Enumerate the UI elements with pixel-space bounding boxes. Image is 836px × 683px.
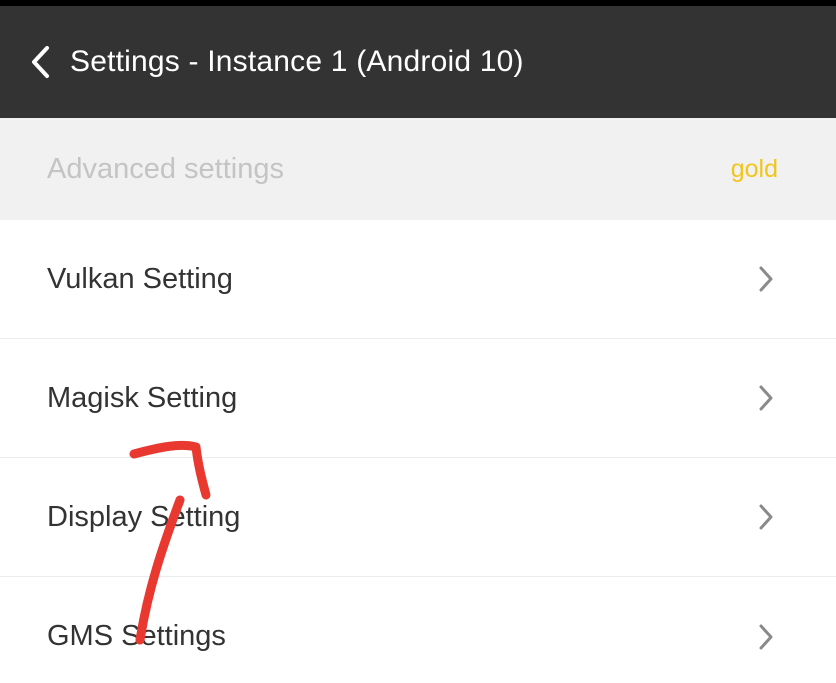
page-title: Settings - Instance 1 (Android 10) <box>70 45 524 78</box>
section-header: Advanced settings gold <box>0 118 836 220</box>
settings-screen: Settings - Instance 1 (Android 10) Advan… <box>0 0 836 683</box>
list-item-label: Vulkan Setting <box>47 262 233 295</box>
list-item-label: GMS Settings <box>47 620 226 652</box>
list-item-display-setting[interactable]: Display Setting <box>0 458 836 577</box>
chevron-right-icon <box>756 503 776 531</box>
list-item-label: Magisk Setting <box>47 381 238 414</box>
list-item-vulkan-setting[interactable]: Vulkan Setting <box>0 220 836 339</box>
chevron-left-icon <box>32 46 49 78</box>
chevron-right-icon <box>756 265 776 293</box>
back-button[interactable] <box>10 32 70 92</box>
settings-list: Vulkan Setting Magisk Setting Display Se… <box>0 220 836 683</box>
list-item-gms-settings[interactable]: GMS Settings <box>0 577 836 683</box>
list-item-magisk-setting[interactable]: Magisk Setting <box>0 339 836 458</box>
chevron-right-icon <box>756 384 776 412</box>
app-bar: Settings - Instance 1 (Android 10) <box>0 6 836 118</box>
tier-badge: gold <box>730 154 778 183</box>
list-item-label: Display Setting <box>47 500 241 533</box>
chevron-right-icon <box>756 623 776 651</box>
section-title: Advanced settings <box>47 152 284 185</box>
